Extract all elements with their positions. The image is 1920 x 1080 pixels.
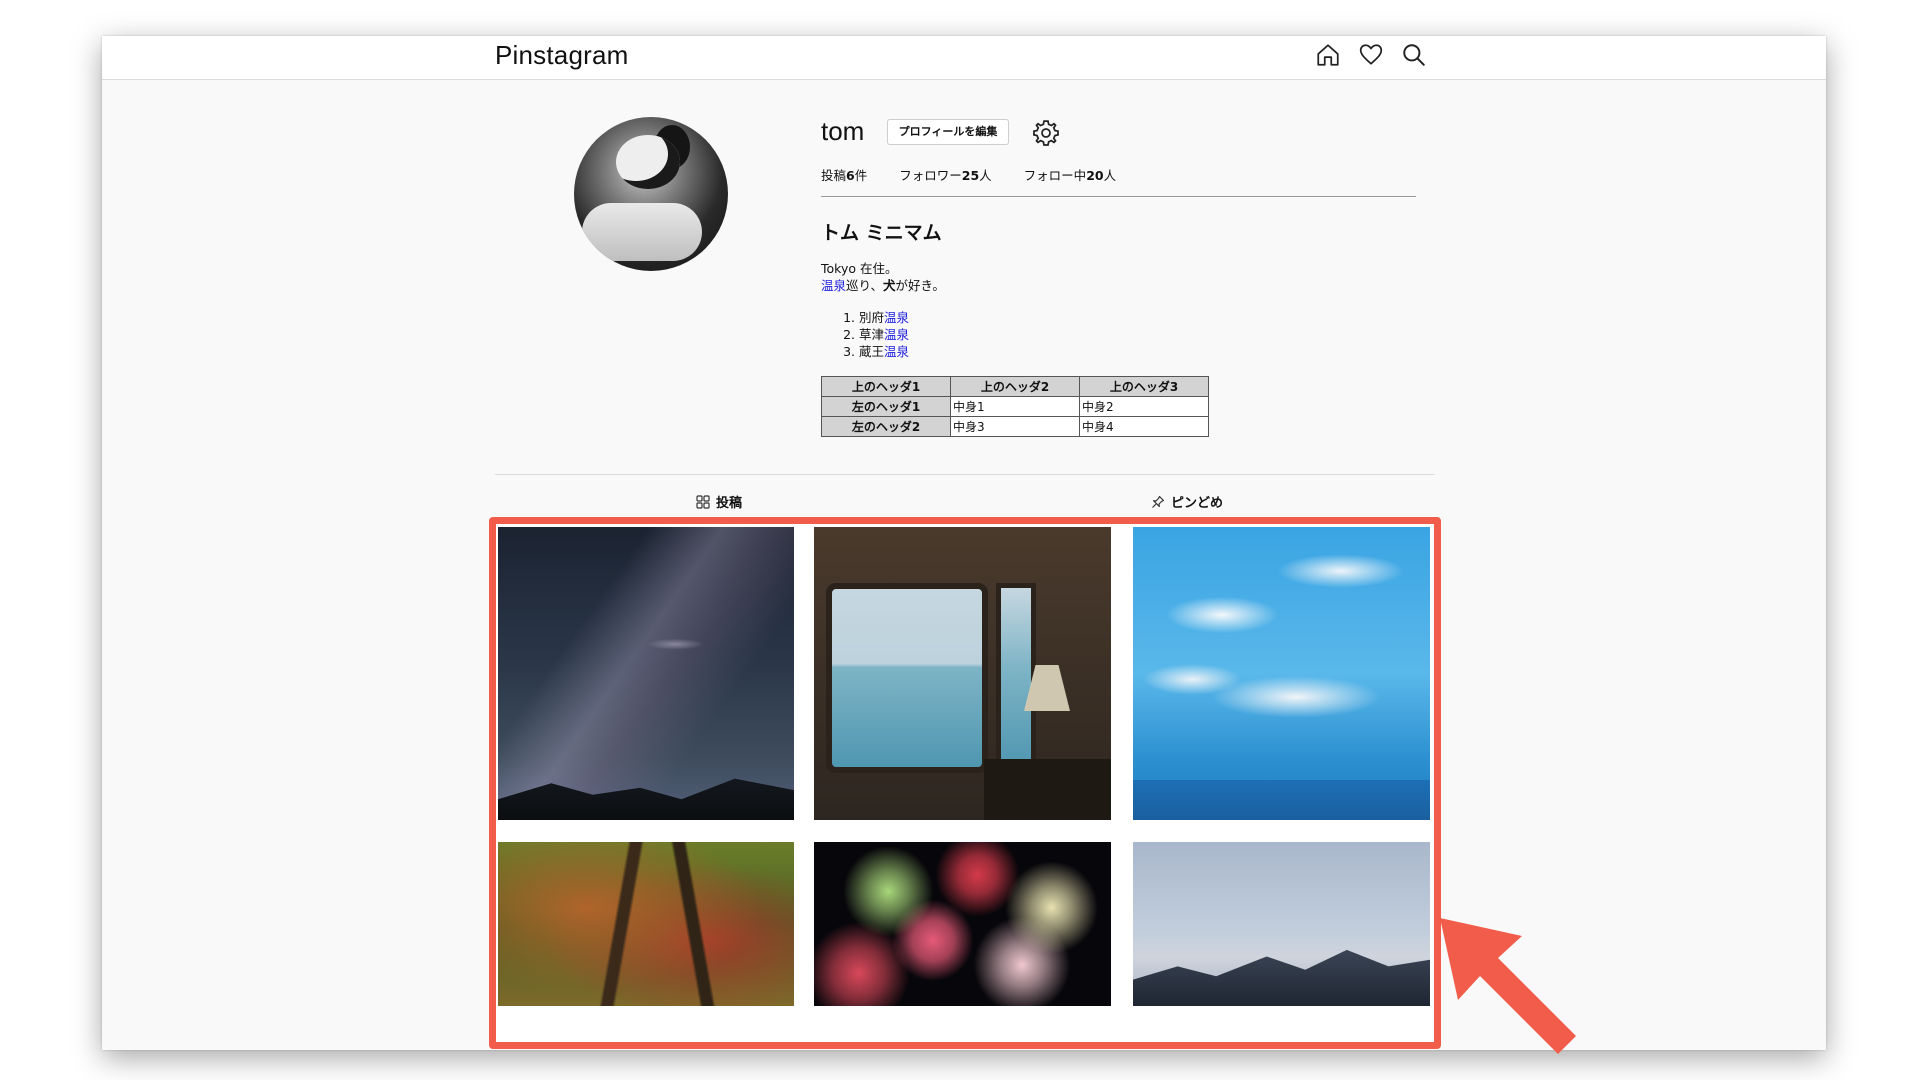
profile-stats: 投稿6件 フォロワー25人 フォロー中20人 xyxy=(821,165,1116,184)
post-tile-mountain-dusk[interactable] xyxy=(1133,842,1430,1006)
bio-line-2: 温泉巡り、犬が好き。 xyxy=(821,278,945,293)
tab-pins[interactable]: ピンどめ xyxy=(1151,492,1223,511)
table-cell: 中身3 xyxy=(950,416,1080,437)
table-row-header: 左のヘッダ1 xyxy=(821,396,951,417)
post-tile-milky-way[interactable] xyxy=(498,527,794,820)
tab-posts[interactable]: 投稿 xyxy=(696,492,742,511)
post-tile-blue-sky[interactable] xyxy=(1133,527,1430,820)
profile-username: tom xyxy=(821,116,865,146)
table-cell: 中身2 xyxy=(1079,396,1209,417)
list-item: 草津温泉 xyxy=(859,326,909,343)
post-tile-train-window[interactable] xyxy=(814,527,1111,820)
mountain-silhouette xyxy=(498,778,794,820)
table-header-row: 上のヘッダ1 上のヘッダ2 上のヘッダ3 xyxy=(821,376,1209,397)
app-logo[interactable]: Pinstagram xyxy=(495,40,629,71)
search-icon[interactable] xyxy=(1401,42,1427,68)
onsen-link[interactable]: 温泉 xyxy=(884,310,909,325)
table-cell: 中身1 xyxy=(950,396,1080,417)
bio-onsen-link[interactable]: 温泉 xyxy=(821,278,846,293)
avatar-dog-face xyxy=(616,135,680,189)
post-tile-autumn-forest[interactable] xyxy=(498,842,794,1006)
window-view xyxy=(826,583,988,773)
settings-gear-icon[interactable] xyxy=(1031,118,1061,148)
followers-stat[interactable]: フォロワー25人 xyxy=(899,165,991,184)
info-table: 上のヘッダ1 上のヘッダ2 上のヘッダ3 左のヘッダ1 中身1 中身2 左のヘッ… xyxy=(821,376,1209,437)
sea-horizon xyxy=(1133,780,1430,820)
profile-bio: Tokyo 在住。 温泉巡り、犬が好き。 xyxy=(821,260,945,294)
profile-full-name: トム ミニマム xyxy=(821,222,942,244)
table-header-cell: 上のヘッダ3 xyxy=(1079,376,1209,397)
nav-icons xyxy=(1315,42,1427,68)
onsen-link[interactable]: 温泉 xyxy=(884,344,909,359)
posts-stat[interactable]: 投稿6件 xyxy=(821,165,867,184)
edit-profile-button[interactable]: プロフィールを編集 xyxy=(887,119,1009,145)
table-row: 左のヘッダ1 中身1 中身2 xyxy=(821,396,1209,417)
table-header-cell: 上のヘッダ2 xyxy=(950,376,1080,397)
table-row: 左のヘッダ2 中身3 中身4 xyxy=(821,416,1209,437)
mountain-range xyxy=(1133,949,1430,1006)
following-stat[interactable]: フォロー中20人 xyxy=(1024,165,1116,184)
tabs-divider xyxy=(495,474,1435,475)
grid-icon xyxy=(696,494,710,509)
table-header-cell: 上のヘッダ1 xyxy=(821,376,951,397)
top-header: Pinstagram xyxy=(102,36,1826,80)
tab-pins-label: ピンどめ xyxy=(1171,496,1224,511)
table-row-header: 左のヘッダ2 xyxy=(821,416,951,437)
profile-avatar xyxy=(574,117,728,271)
list-item: 蔵王温泉 xyxy=(859,343,909,360)
table-cell: 中身4 xyxy=(1079,416,1209,437)
home-icon[interactable] xyxy=(1315,42,1341,68)
pointer-arrow-icon xyxy=(1440,918,1576,1054)
window-view-2 xyxy=(996,583,1036,771)
list-item: 別府温泉 xyxy=(859,309,909,326)
profile-divider xyxy=(821,196,1416,197)
onsen-list: 別府温泉 草津温泉 蔵王温泉 xyxy=(821,309,909,360)
post-tile-fireworks[interactable] xyxy=(814,842,1111,1006)
tab-posts-label: 投稿 xyxy=(716,496,743,511)
bio-line-1: Tokyo 在住。 xyxy=(821,261,898,276)
avatar-pillow xyxy=(582,203,702,261)
onsen-link[interactable]: 温泉 xyxy=(884,327,909,342)
window-table xyxy=(984,759,1111,820)
heart-icon[interactable] xyxy=(1358,42,1384,68)
pin-icon xyxy=(1152,495,1165,508)
